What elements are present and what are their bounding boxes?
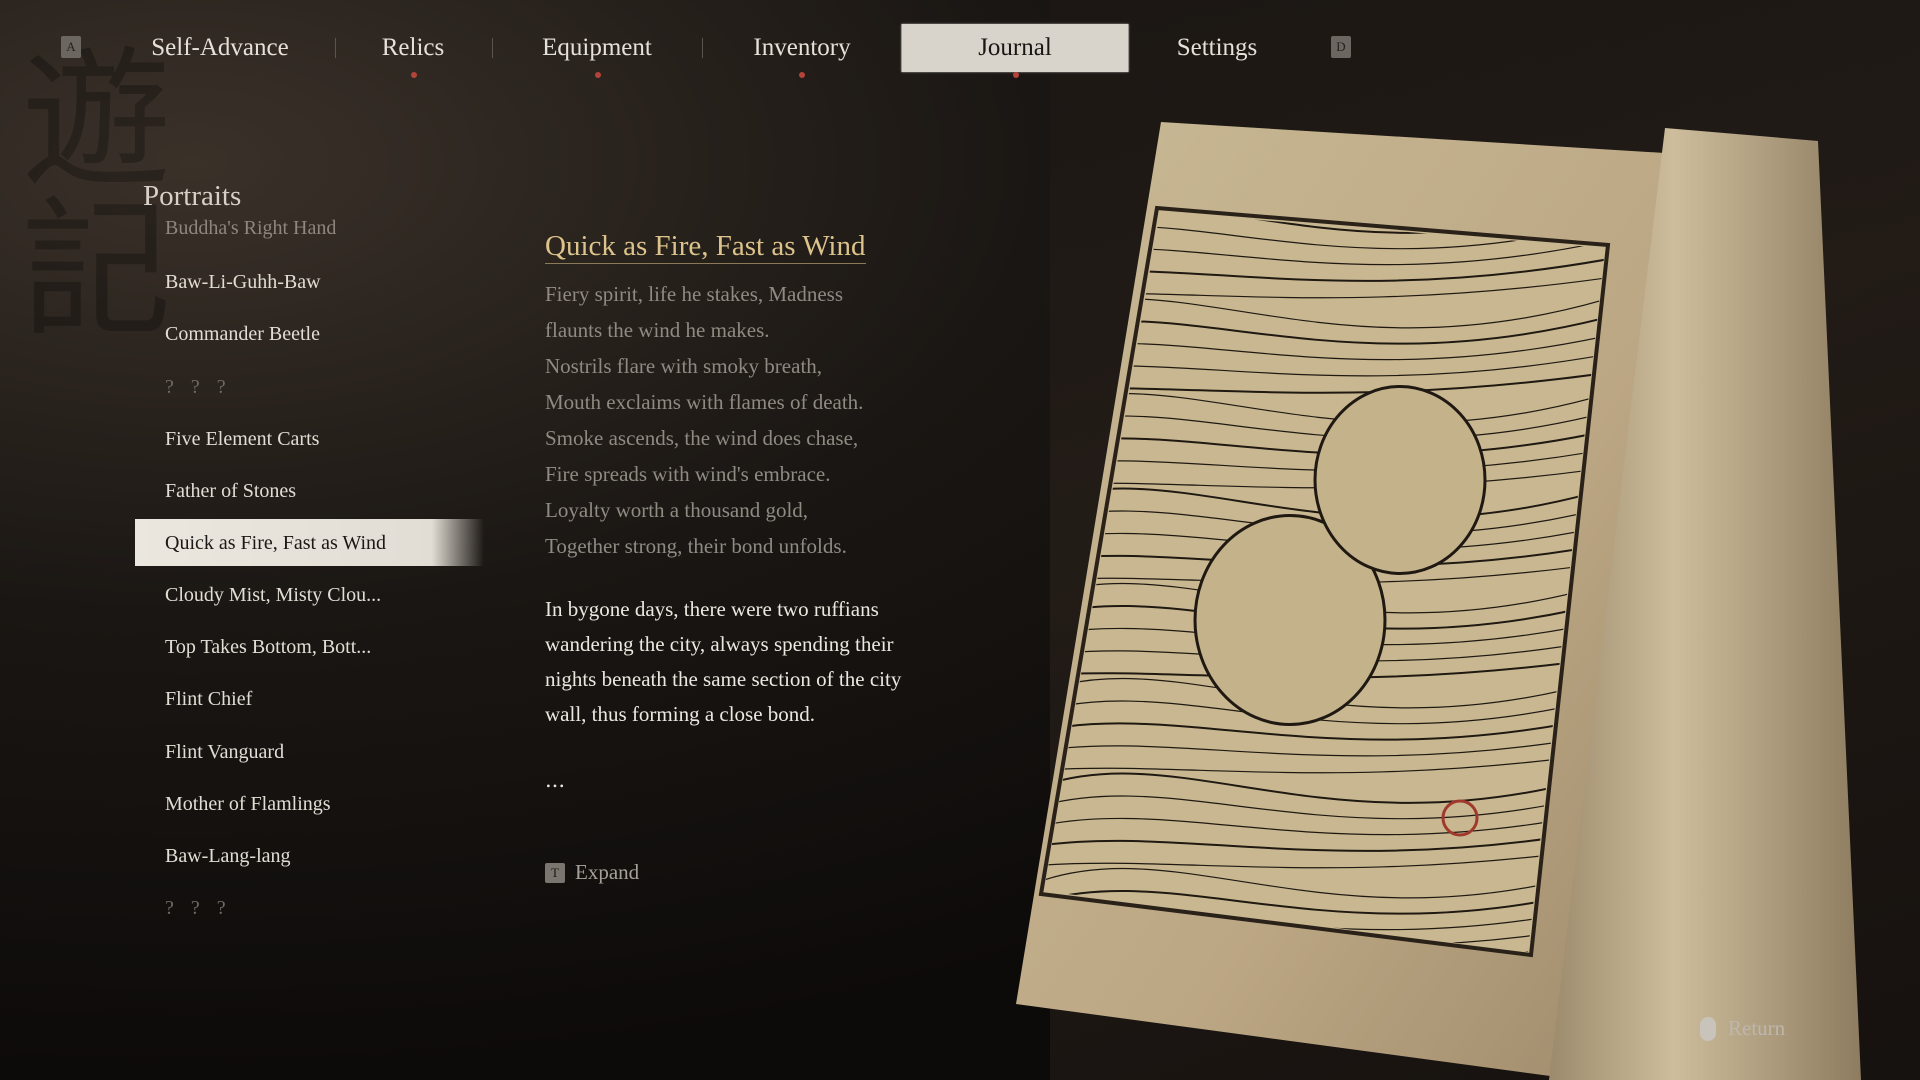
poem-line: Together strong, their bond unfolds. bbox=[545, 534, 847, 558]
return-label: Return bbox=[1728, 1016, 1786, 1040]
list-item-selected[interactable]: Quick as Fire, Fast as Wind bbox=[165, 519, 405, 567]
equipment-notify-dot bbox=[595, 72, 601, 78]
list-item[interactable]: Mother of Flamlings bbox=[165, 780, 331, 828]
poem-line: Nostrils flare with smoky breath, bbox=[545, 354, 823, 378]
list-item[interactable]: Flint Chief bbox=[165, 675, 252, 723]
poem-line: Fiery spirit, life he stakes, Madness bbox=[545, 282, 844, 306]
tab-journal[interactable]: Journal bbox=[901, 24, 1129, 72]
list-item[interactable]: Buddha's Right Hand bbox=[165, 218, 336, 252]
list-item[interactable]: Father of Stones bbox=[165, 467, 296, 515]
tab-divider bbox=[492, 38, 493, 58]
poem-line: Fire spreads with wind's embrace. bbox=[545, 462, 831, 486]
next-tab-key-hint[interactable]: D bbox=[1331, 36, 1351, 58]
prev-tab-key-hint[interactable]: A bbox=[61, 36, 81, 58]
entry-poem: Fiery spirit, life he stakes, Madness fl… bbox=[545, 276, 863, 564]
portrait-list[interactable]: Buddha's Right Hand Baw-Li-Guhh-Baw Comm… bbox=[135, 218, 485, 938]
relics-notify-dot bbox=[411, 72, 417, 78]
expand-button[interactable]: T Expand bbox=[545, 860, 639, 885]
entry-title: Quick as Fire, Fast as Wind bbox=[545, 230, 866, 264]
tab-equipment[interactable]: Equipment bbox=[542, 24, 652, 72]
tab-divider bbox=[702, 38, 703, 58]
poem-line: Loyalty worth a thousand gold, bbox=[545, 498, 809, 522]
return-button[interactable]: Return bbox=[1700, 1016, 1785, 1041]
tab-settings[interactable]: Settings bbox=[1177, 24, 1258, 72]
list-item[interactable]: Cloudy Mist, Misty Clou... bbox=[165, 571, 381, 619]
journal-notify-dot bbox=[1013, 72, 1019, 78]
entry-prose: In bygone days, there were two ruffians … bbox=[545, 597, 902, 726]
entry-ellipsis: ... bbox=[545, 768, 566, 792]
list-item[interactable]: Top Takes Bottom, Bott... bbox=[165, 623, 371, 671]
list-item[interactable]: Commander Beetle bbox=[165, 310, 320, 358]
section-title: Portraits bbox=[143, 180, 242, 212]
expand-label: Expand bbox=[575, 860, 640, 884]
inventory-notify-dot bbox=[799, 72, 805, 78]
poem-line: flaunts the wind he makes. bbox=[545, 318, 770, 342]
mouse-icon bbox=[1700, 1016, 1716, 1041]
tab-inventory[interactable]: Inventory bbox=[753, 24, 850, 72]
tab-self-advance[interactable]: Self-Advance bbox=[151, 24, 288, 72]
demon-face bbox=[1313, 385, 1487, 575]
poem-line: Smoke ascends, the wind does chase, bbox=[545, 426, 859, 450]
list-item-locked[interactable]: ? ? ? bbox=[165, 363, 232, 411]
list-item-locked[interactable]: ? ? ? bbox=[165, 884, 232, 932]
list-item[interactable]: Five Element Carts bbox=[165, 415, 319, 463]
tab-relics[interactable]: Relics bbox=[382, 24, 445, 72]
tab-divider bbox=[335, 38, 336, 58]
list-item[interactable]: Flint Vanguard bbox=[165, 728, 284, 776]
list-item[interactable]: Baw-Li-Guhh-Baw bbox=[165, 258, 321, 306]
poem-line: Mouth exclaims with flames of death. bbox=[545, 390, 864, 414]
t-key-icon: T bbox=[545, 862, 565, 883]
list-item[interactable]: Baw-Lang-lang bbox=[165, 832, 291, 880]
